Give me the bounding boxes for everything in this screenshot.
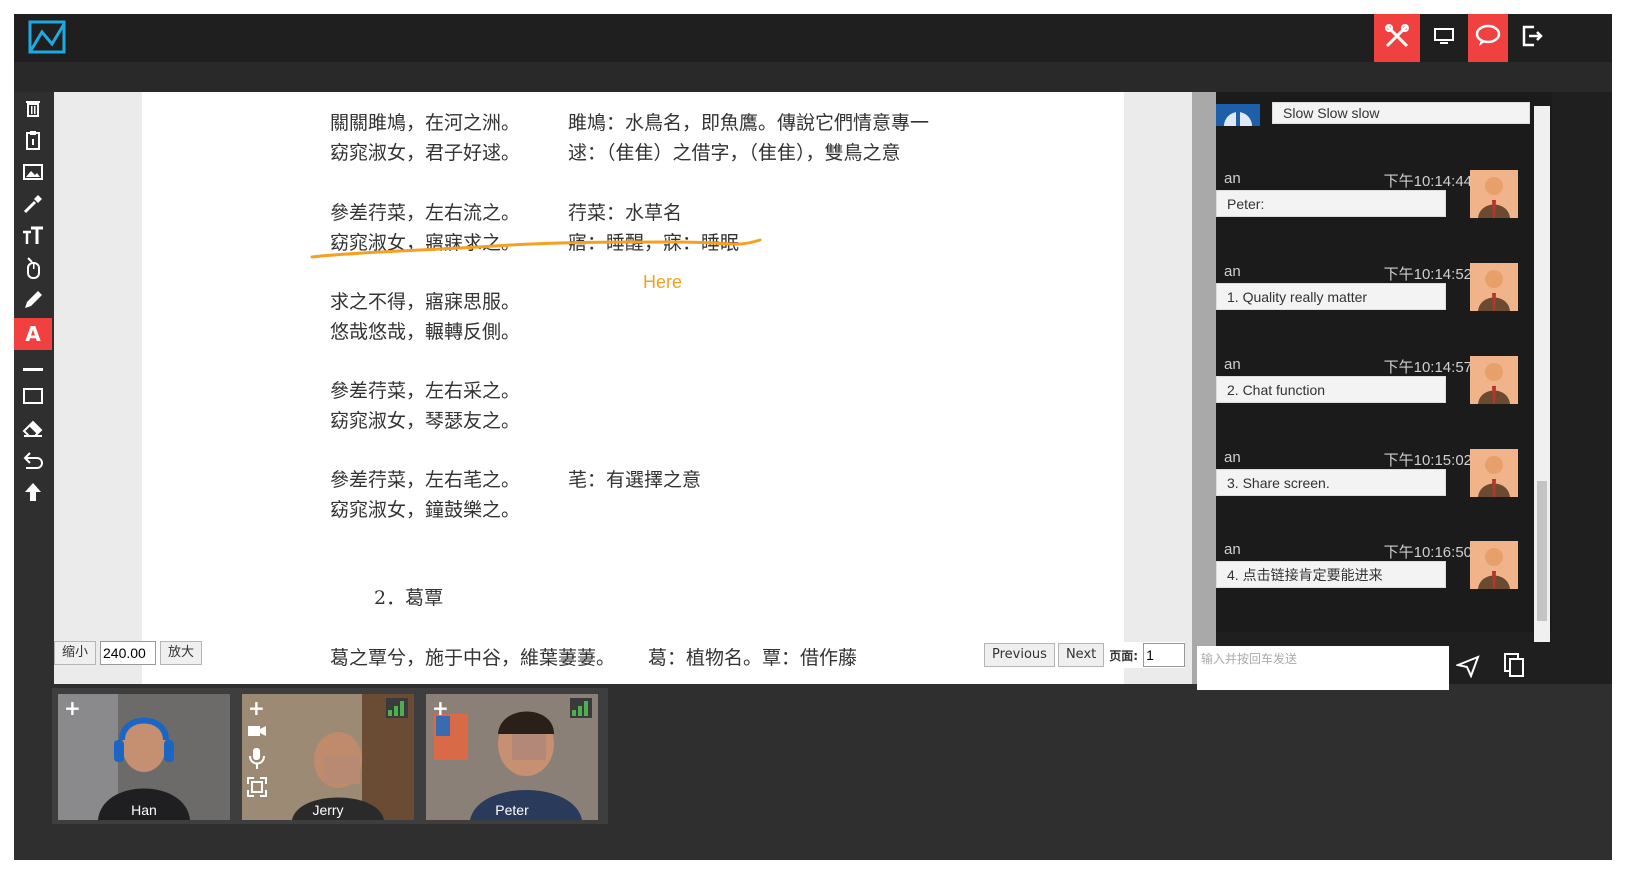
chat-message-bubble: Slow Slow slow xyxy=(1272,102,1530,124)
drawing-toolbar: A xyxy=(14,92,52,860)
annotation-underline xyxy=(310,238,762,259)
pointer-tool[interactable] xyxy=(14,254,52,286)
video-tile[interactable]: + Peter xyxy=(426,694,598,820)
avatar xyxy=(1470,541,1518,589)
delete-tool[interactable] xyxy=(14,94,52,126)
previous-page-button[interactable]: Previous xyxy=(984,643,1055,667)
rectangle-icon xyxy=(23,388,43,408)
zoom-controls: 缩小 240.00 放大 xyxy=(54,640,203,666)
clipboard-tool[interactable] xyxy=(14,126,52,158)
next-page-button[interactable]: Next xyxy=(1057,643,1105,667)
monitor-icon xyxy=(1433,26,1455,50)
chat-message-list[interactable]: Slow Slow slow an 下午10:14:44 Peter: an 下… xyxy=(1216,92,1552,632)
chat-sender: an xyxy=(1224,170,1241,187)
avatar xyxy=(1216,104,1260,140)
image-icon xyxy=(23,164,43,184)
page-input[interactable]: 1 xyxy=(1143,643,1186,667)
chat-message-bubble: 2. Chat function xyxy=(1216,376,1446,403)
rectangle-tool[interactable] xyxy=(14,382,52,414)
text-tool[interactable]: A xyxy=(14,318,52,350)
avatar xyxy=(1470,449,1518,497)
signal-strength-icon xyxy=(386,698,408,718)
upload-tool[interactable] xyxy=(14,478,52,510)
chat-message-bubble: 4. 点击链接肯定要能进来 xyxy=(1216,561,1446,588)
tools-button[interactable] xyxy=(1374,14,1420,62)
participant-name: Peter xyxy=(495,802,529,818)
zoom-input[interactable]: 240.00 xyxy=(100,641,157,665)
chat-toggle-button[interactable] xyxy=(1468,14,1508,62)
exit-button[interactable] xyxy=(1512,14,1552,62)
copy-icon xyxy=(1502,653,1526,682)
top-bar xyxy=(14,14,1612,62)
pen-tool[interactable] xyxy=(14,286,52,318)
text-size-tool[interactable] xyxy=(14,222,52,254)
image-tool[interactable] xyxy=(14,158,52,190)
line-tool[interactable] xyxy=(14,350,52,382)
chat-sender: an xyxy=(1224,263,1241,280)
chat-divider xyxy=(1192,92,1216,684)
send-button[interactable] xyxy=(1454,654,1484,682)
annotation-text: Here xyxy=(643,272,683,292)
scrollbar-thumb[interactable] xyxy=(1537,481,1547,621)
avatar xyxy=(1470,263,1518,311)
copy-button[interactable] xyxy=(1502,652,1530,680)
chat-input[interactable]: 输入并按回车发送 xyxy=(1197,646,1449,690)
undo-tool[interactable] xyxy=(14,446,52,478)
zoom-in-button[interactable]: 放大 xyxy=(160,641,203,665)
zoom-out-button[interactable]: 缩小 xyxy=(54,641,97,665)
chat-sender: an xyxy=(1224,356,1241,373)
trash-icon xyxy=(25,99,41,121)
chat-message-bubble: Peter: xyxy=(1216,190,1446,217)
pen-icon xyxy=(23,290,43,314)
app-window: A 關關雎鳩，在河之洲。 窈窕淑女，君子好逑。 參差荇菜，左右流之。 窈窕淑女，… xyxy=(14,14,1612,860)
mouse-pointer-icon xyxy=(24,257,42,283)
signal-strength-icon xyxy=(570,698,592,718)
eraser-tool[interactable] xyxy=(14,414,52,446)
undo-icon xyxy=(22,450,44,474)
sub-bar xyxy=(14,62,1612,92)
avatar xyxy=(1470,356,1518,404)
video-tile[interactable]: + Jerry xyxy=(242,694,414,820)
text-icon: A xyxy=(25,322,41,346)
chat-message-bubble: 3. Share screen. xyxy=(1216,469,1446,496)
chat-message-bubble: 1. Quality really matter xyxy=(1216,283,1446,310)
line-icon xyxy=(23,357,43,376)
avatar xyxy=(1470,170,1518,218)
app-logo-icon[interactable] xyxy=(28,20,66,54)
video-tile[interactable]: + Han xyxy=(58,694,230,820)
chat-sender: an xyxy=(1224,541,1241,558)
page-label: 页面: xyxy=(1109,648,1139,663)
add-icon[interactable]: + xyxy=(432,698,452,718)
participant-name: Han xyxy=(131,802,157,818)
chat-sender: an xyxy=(1224,449,1241,466)
chat-bubble-icon xyxy=(1475,24,1501,52)
video-strip: + Han + Jerry + Peter xyxy=(52,688,608,824)
clipboard-icon xyxy=(25,130,41,154)
chat-timestamp: 下午10:14:44 xyxy=(1383,173,1472,190)
upload-icon xyxy=(24,482,42,506)
chat-timestamp: 下午10:15:02 xyxy=(1383,452,1472,469)
chat-timestamp: 下午10:14:52 xyxy=(1383,266,1472,283)
chat-timestamp: 下午10:14:57 xyxy=(1383,359,1472,376)
add-icon[interactable]: + xyxy=(248,698,268,718)
text-size-icon xyxy=(22,226,44,250)
send-icon xyxy=(1454,655,1480,682)
chat-scrollbar[interactable] xyxy=(1534,106,1550,642)
eyedropper-tool[interactable] xyxy=(14,190,52,222)
add-icon[interactable]: + xyxy=(64,698,84,718)
page-navigation: Previous Next 页面: 1 xyxy=(984,642,1186,668)
screen-button[interactable] xyxy=(1422,14,1466,62)
chat-timestamp: 下午10:16:50 xyxy=(1383,544,1472,561)
eraser-icon xyxy=(22,419,44,441)
media-controls xyxy=(246,724,268,810)
eyedropper-icon xyxy=(23,194,43,218)
exit-icon xyxy=(1520,24,1544,52)
whiteboard-canvas[interactable]: 關關雎鳩，在河之洲。 窈窕淑女，君子好逑。 參差荇菜，左右流之。 窈窕淑女，寤寐… xyxy=(54,92,1192,684)
participant-name: Jerry xyxy=(312,802,344,818)
crossed-tools-icon xyxy=(1384,23,1410,53)
